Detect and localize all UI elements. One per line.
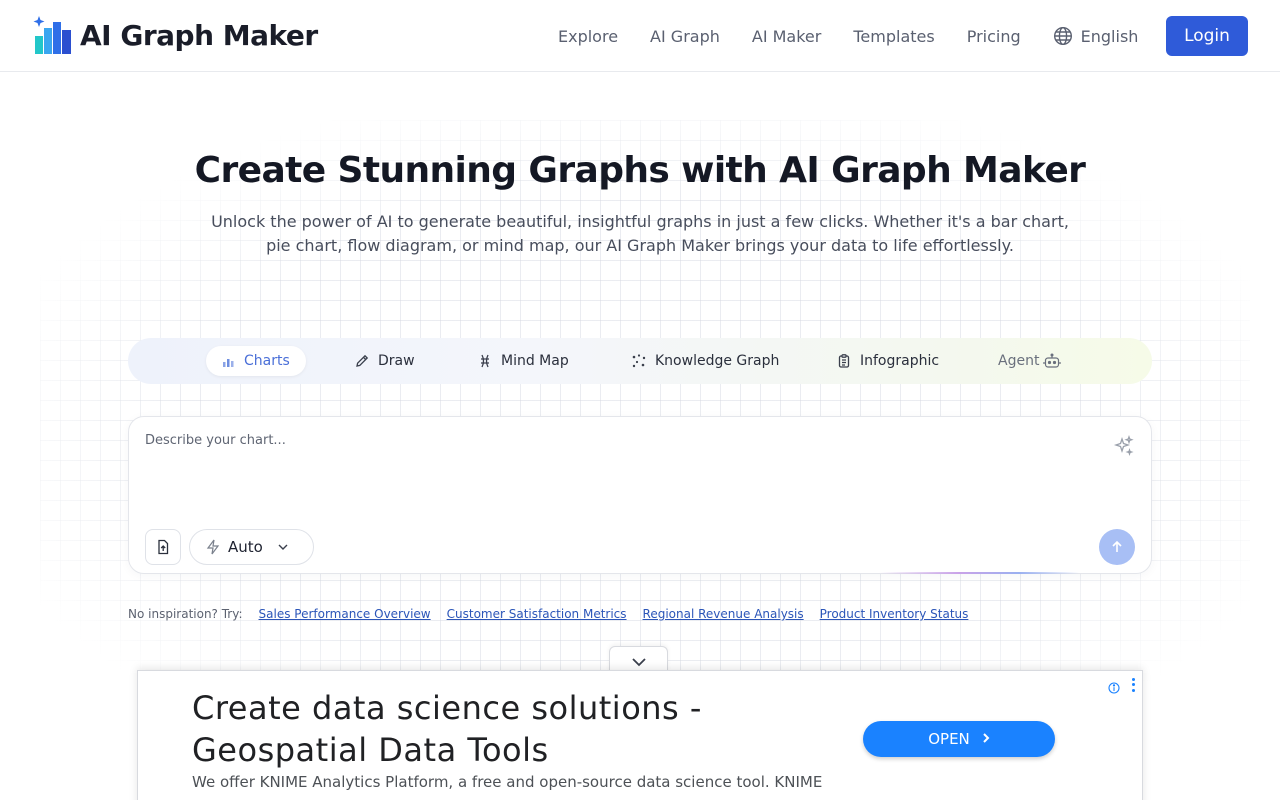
mind-map-icon: [477, 353, 493, 369]
login-button[interactable]: Login: [1166, 16, 1248, 56]
ad-menu-icon[interactable]: [1130, 677, 1136, 693]
nav-templates[interactable]: Templates: [853, 27, 934, 46]
pencil-icon: [354, 353, 370, 369]
tab-label: Agent: [998, 353, 1040, 369]
nav-ai-graph[interactable]: AI Graph: [650, 27, 720, 46]
tab-label: Knowledge Graph: [655, 353, 780, 369]
tab-knowledge-graph[interactable]: Knowledge Graph: [631, 346, 779, 376]
site-header: AI Graph Maker Explore AI Graph AI Maker…: [0, 0, 1280, 72]
tab-draw[interactable]: Draw: [354, 346, 415, 376]
arrow-up-icon: [1112, 540, 1122, 552]
card-glow-line: [879, 572, 1079, 574]
tab-label: Charts: [244, 353, 290, 369]
ad-open-label: OPEN: [928, 730, 970, 748]
ad-description: We offer KNIME Analytics Platform, a fre…: [192, 773, 823, 791]
tab-mind-map[interactable]: Mind Map: [477, 346, 569, 376]
ad-title[interactable]: Create data science solutions - Geospati…: [192, 687, 812, 771]
tab-agent[interactable]: Agent: [998, 346, 1062, 376]
suggestions-row: No inspiration? Try: Sales Performance O…: [128, 607, 968, 621]
lightning-icon: [206, 539, 220, 555]
ad-info-icon[interactable]: [1108, 679, 1120, 694]
tab-label: Mind Map: [501, 353, 569, 369]
tab-charts[interactable]: Charts: [206, 346, 306, 376]
main-nav: Explore AI Graph AI Maker Templates Pric…: [558, 0, 1138, 72]
generator-tabs: Charts Draw Mind Map Knowledge Graph Inf…: [128, 338, 1152, 384]
prompt-card: Auto: [128, 416, 1152, 574]
mode-value: Auto: [228, 538, 263, 556]
globe-icon: [1053, 26, 1072, 46]
language-selector[interactable]: English: [1053, 26, 1139, 46]
page-title: Create Stunning Graphs with AI Graph Mak…: [194, 150, 1086, 191]
clipboard-icon: [836, 353, 852, 369]
nav-ai-maker[interactable]: AI Maker: [752, 27, 821, 46]
mode-dropdown[interactable]: Auto: [189, 529, 314, 565]
tab-label: Infographic: [860, 353, 940, 369]
nav-pricing[interactable]: Pricing: [967, 27, 1021, 46]
suggestion-link[interactable]: Product Inventory Status: [820, 607, 969, 621]
suggestion-link[interactable]: Regional Revenue Analysis: [643, 607, 804, 621]
nav-explore[interactable]: Explore: [558, 27, 618, 46]
brand-logo-link[interactable]: AI Graph Maker: [32, 14, 318, 56]
suggestion-link[interactable]: Sales Performance Overview: [259, 607, 431, 621]
bar-chart-icon: [222, 354, 236, 368]
chevron-right-icon: [982, 730, 990, 748]
ad-open-button[interactable]: OPEN: [863, 721, 1055, 757]
suggestion-link[interactable]: Customer Satisfaction Metrics: [447, 607, 627, 621]
brand-name: AI Graph Maker: [80, 18, 318, 52]
page-subtitle: Unlock the power of AI to generate beaut…: [211, 212, 1069, 255]
file-upload-icon: [158, 539, 169, 555]
chevron-down-icon: [278, 544, 288, 550]
upload-file-button[interactable]: [145, 529, 181, 565]
bar-chart-sparkle-logo-icon: [32, 14, 74, 56]
chart-description-input[interactable]: [145, 433, 1095, 513]
chevron-down-icon: [631, 657, 646, 666]
suggestions-label: No inspiration? Try:: [128, 607, 243, 621]
send-button[interactable]: [1099, 529, 1135, 565]
tab-infographic[interactable]: Infographic: [836, 346, 939, 376]
tab-label: Draw: [378, 353, 415, 369]
sparkle-enhance-icon[interactable]: [1113, 435, 1135, 461]
language-label: English: [1080, 26, 1139, 46]
knowledge-graph-icon: [631, 353, 647, 369]
robot-icon: [1043, 353, 1062, 369]
ad-banner: Create data science solutions - Geospati…: [137, 670, 1143, 800]
